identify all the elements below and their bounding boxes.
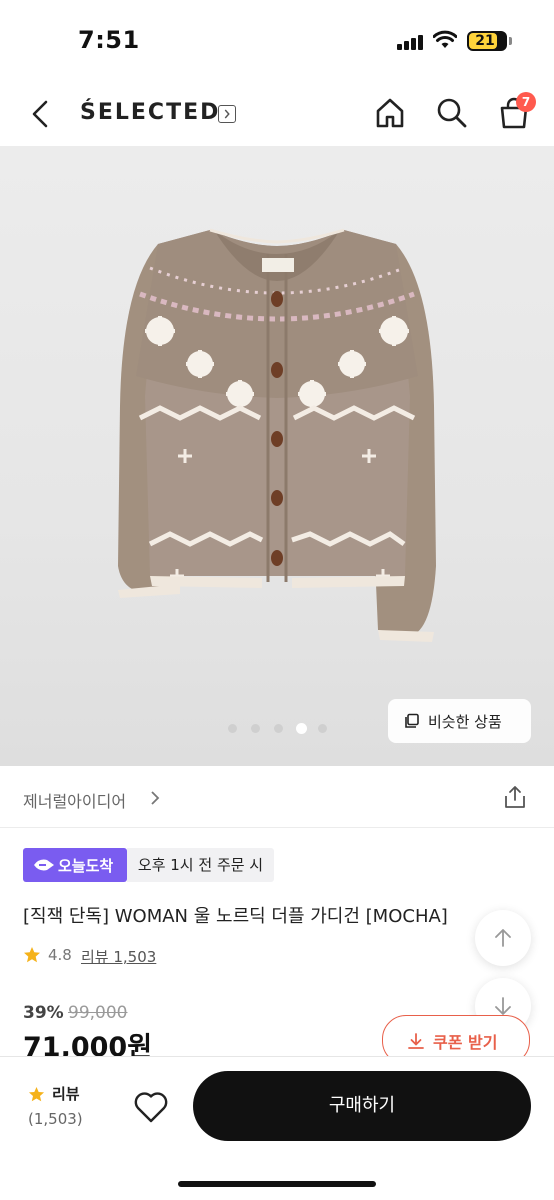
search-icon[interactable] (435, 96, 469, 130)
star-icon (24, 947, 40, 963)
discount-rate: 39% (23, 1003, 64, 1023)
scroll-up-button[interactable] (475, 910, 531, 966)
buy-button[interactable]: 구매하기 (193, 1071, 531, 1141)
cart-count-badge: 7 (516, 92, 536, 112)
bottom-action-bar: 리뷰 (1,503) 구매하기 (0, 1056, 554, 1200)
status-time: 7:51 (78, 26, 140, 54)
carousel-dot[interactable] (318, 724, 327, 733)
similar-products-label: 비슷한 상품 (428, 713, 502, 731)
battery-icon: 21 (467, 31, 507, 51)
today-delivery-badge: 오늘도착 (23, 848, 127, 882)
wishlist-heart-icon[interactable] (133, 1090, 169, 1124)
similar-products-button[interactable]: 비슷한 상품 (388, 699, 531, 743)
arrow-up-icon (495, 929, 511, 947)
battery-level: 21 (475, 33, 495, 49)
brand-chevron-icon[interactable] (218, 105, 236, 123)
carousel-dot[interactable] (228, 724, 237, 733)
back-button[interactable] (22, 94, 58, 134)
seller-row[interactable]: 제너럴아이디어 (0, 766, 554, 828)
home-indicator (178, 1181, 376, 1187)
rating-value: 4.8 (48, 946, 72, 964)
star-icon (28, 1086, 45, 1102)
review-summary-label: 리뷰 (52, 1085, 80, 1103)
arrow-down-icon (495, 997, 511, 1015)
share-icon[interactable] (502, 784, 528, 810)
delivery-deadline: 오후 1시 전 주문 시 (127, 848, 274, 882)
review-summary[interactable]: 리뷰 (1,503) (22, 1083, 92, 1139)
product-title: [직잭 단독] WOMAN 울 노르딕 더플 가디건 [MOCHA] (23, 906, 448, 927)
product-image[interactable]: 비슷한 상품 (0, 146, 554, 766)
review-link[interactable]: 리뷰 1,503 (81, 946, 156, 967)
carousel-dot[interactable] (251, 724, 260, 733)
delivery-badge-label: 오늘도착 (58, 857, 114, 875)
review-summary-count: (1,503) (28, 1110, 83, 1128)
download-icon (408, 1033, 424, 1049)
copy-icon (405, 713, 419, 728)
signal-icon (397, 34, 427, 50)
nav-bar: ŚELECTED 7 (0, 80, 554, 146)
status-bar: 7:51 21 (0, 0, 554, 80)
seller-name[interactable]: 제너럴아이디어 (23, 788, 126, 812)
cardigan-photo (118, 228, 436, 642)
carousel-dot[interactable] (274, 724, 283, 733)
delivery-truck-icon (34, 859, 54, 871)
wifi-icon (433, 30, 457, 48)
original-price: 99,000 (68, 1003, 128, 1023)
carousel-dots[interactable] (226, 723, 330, 735)
carousel-dot-active[interactable] (296, 723, 307, 734)
brand-logo[interactable]: ŚELECTED (80, 100, 220, 125)
home-icon[interactable] (373, 96, 407, 130)
coupon-label: 쿠폰 받기 (433, 1033, 498, 1052)
chevron-right-icon[interactable] (148, 790, 162, 806)
rating-row: 4.8 리뷰 1,503 (23, 944, 323, 966)
